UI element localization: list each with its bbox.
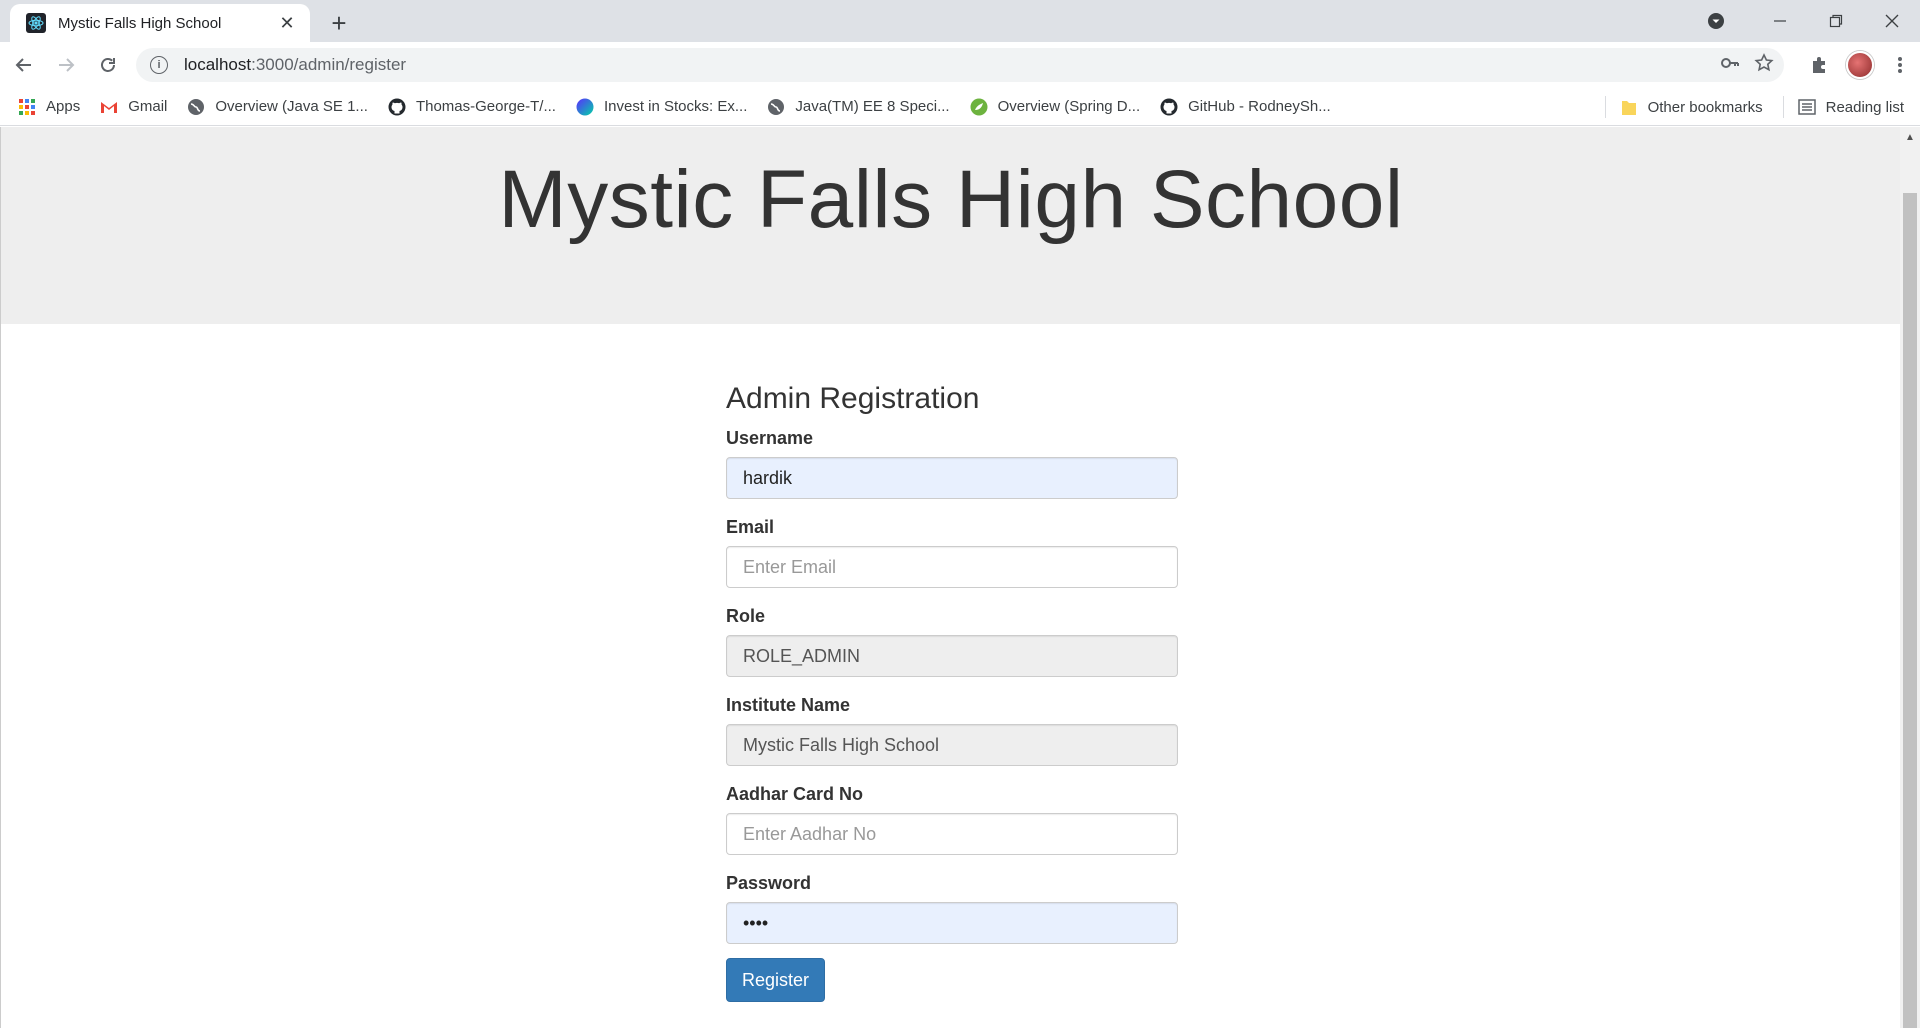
role-group: Role ROLE_ADMIN: [726, 606, 1178, 677]
spring-icon: [970, 98, 988, 116]
username-input[interactable]: hardik: [726, 457, 1178, 499]
role-input: ROLE_ADMIN: [726, 635, 1178, 677]
stocks-icon: [576, 98, 594, 116]
tab-close-icon[interactable]: ✕: [276, 12, 298, 34]
address-bar[interactable]: i localhost:3000/admin/register: [136, 48, 1784, 82]
bookmark-divider: [1604, 96, 1606, 118]
new-tab-button[interactable]: +: [326, 10, 352, 36]
bookmark-apps[interactable]: Apps: [18, 98, 80, 116]
more-menu-icon[interactable]: [1880, 45, 1920, 85]
bookmark-star-icon[interactable]: [1754, 52, 1774, 78]
password-group: Password ••••: [726, 873, 1178, 944]
react-icon: [26, 13, 46, 33]
page-title: Mystic Falls High School: [498, 154, 1404, 245]
key-icon[interactable]: [1720, 53, 1740, 78]
globe-icon: [187, 98, 205, 116]
bookmark-github-thomas[interactable]: Thomas-George-T/...: [388, 98, 556, 116]
browser-tab[interactable]: Mystic Falls High School ✕: [10, 4, 310, 42]
bookmark-github-rodney[interactable]: GitHub - RodneySh...: [1160, 98, 1331, 116]
bookmarks-bar: Apps Gmail Overview (Java SE 1... Thomas…: [0, 88, 1920, 126]
email-group: Email Enter Email: [726, 517, 1178, 588]
bookmark-invest-stocks[interactable]: Invest in Stocks: Ex...: [576, 98, 747, 116]
reading-list[interactable]: Reading list: [1797, 98, 1904, 116]
page-viewport: Mystic Falls High School Admin Registrat…: [0, 127, 1900, 1028]
forward-arrow-icon[interactable]: [48, 47, 84, 83]
extensions-puzzle-icon[interactable]: [1800, 45, 1840, 85]
institute-input: Mystic Falls High School: [726, 724, 1178, 766]
folder-icon: [1620, 98, 1638, 116]
role-label: Role: [726, 606, 766, 626]
other-bookmarks[interactable]: Other bookmarks: [1620, 98, 1763, 116]
aadhar-input[interactable]: Enter Aadhar No: [726, 813, 1178, 855]
github-icon: [388, 98, 406, 116]
aadhar-group: Aadhar Card No Enter Aadhar No: [726, 784, 1178, 855]
tab-title: Mystic Falls High School: [58, 14, 222, 32]
site-info-icon[interactable]: i: [150, 56, 168, 74]
browser-toolbar: i localhost:3000/admin/register: [0, 42, 1920, 88]
aadhar-label: Aadhar Card No: [726, 784, 864, 804]
tab-strip: Mystic Falls High School ✕ +: [0, 0, 1920, 42]
gmail-icon: [100, 98, 118, 116]
form-title: Admin Registration: [726, 382, 980, 415]
apps-grid-icon: [18, 98, 36, 116]
globe-icon: [767, 98, 785, 116]
tab-search-icon[interactable]: [1698, 0, 1734, 42]
email-label: Email: [726, 517, 775, 537]
institute-label: Institute Name: [726, 695, 851, 715]
header-banner: Mystic Falls High School: [1, 127, 1900, 324]
window-controls: [1698, 0, 1920, 42]
reading-list-icon: [1797, 98, 1816, 116]
username-group: Username hardik: [726, 428, 1178, 499]
username-label: Username: [726, 428, 814, 448]
institute-group: Institute Name Mystic Falls High School: [726, 695, 1178, 766]
password-label: Password: [726, 873, 812, 893]
admin-registration-form: Admin Registration Username hardik Email…: [726, 382, 1178, 1002]
bookmark-gmail[interactable]: Gmail: [100, 98, 167, 116]
page-scrollbar[interactable]: ▲: [1900, 127, 1920, 1028]
restore-button[interactable]: [1808, 0, 1864, 42]
minimize-button[interactable]: [1752, 0, 1808, 42]
bookmark-java-ee[interactable]: Java(TM) EE 8 Speci...: [767, 98, 950, 116]
avatar[interactable]: [1840, 45, 1880, 85]
scroll-thumb[interactable]: [1903, 193, 1917, 1028]
email-input[interactable]: Enter Email: [726, 546, 1178, 588]
url-text: localhost:3000/admin/register: [184, 55, 407, 74]
back-arrow-icon[interactable]: [6, 47, 42, 83]
bookmark-java-se[interactable]: Overview (Java SE 1...: [187, 98, 368, 116]
bookmark-spring[interactable]: Overview (Spring D...: [970, 98, 1140, 116]
github-icon: [1160, 98, 1178, 116]
register-button[interactable]: Register: [726, 958, 826, 1002]
scroll-up-icon[interactable]: ▲: [1900, 127, 1920, 147]
reload-icon[interactable]: [90, 47, 126, 83]
bookmark-divider: [1782, 96, 1784, 118]
password-input[interactable]: ••••: [726, 902, 1178, 944]
close-window-button[interactable]: [1864, 0, 1920, 42]
